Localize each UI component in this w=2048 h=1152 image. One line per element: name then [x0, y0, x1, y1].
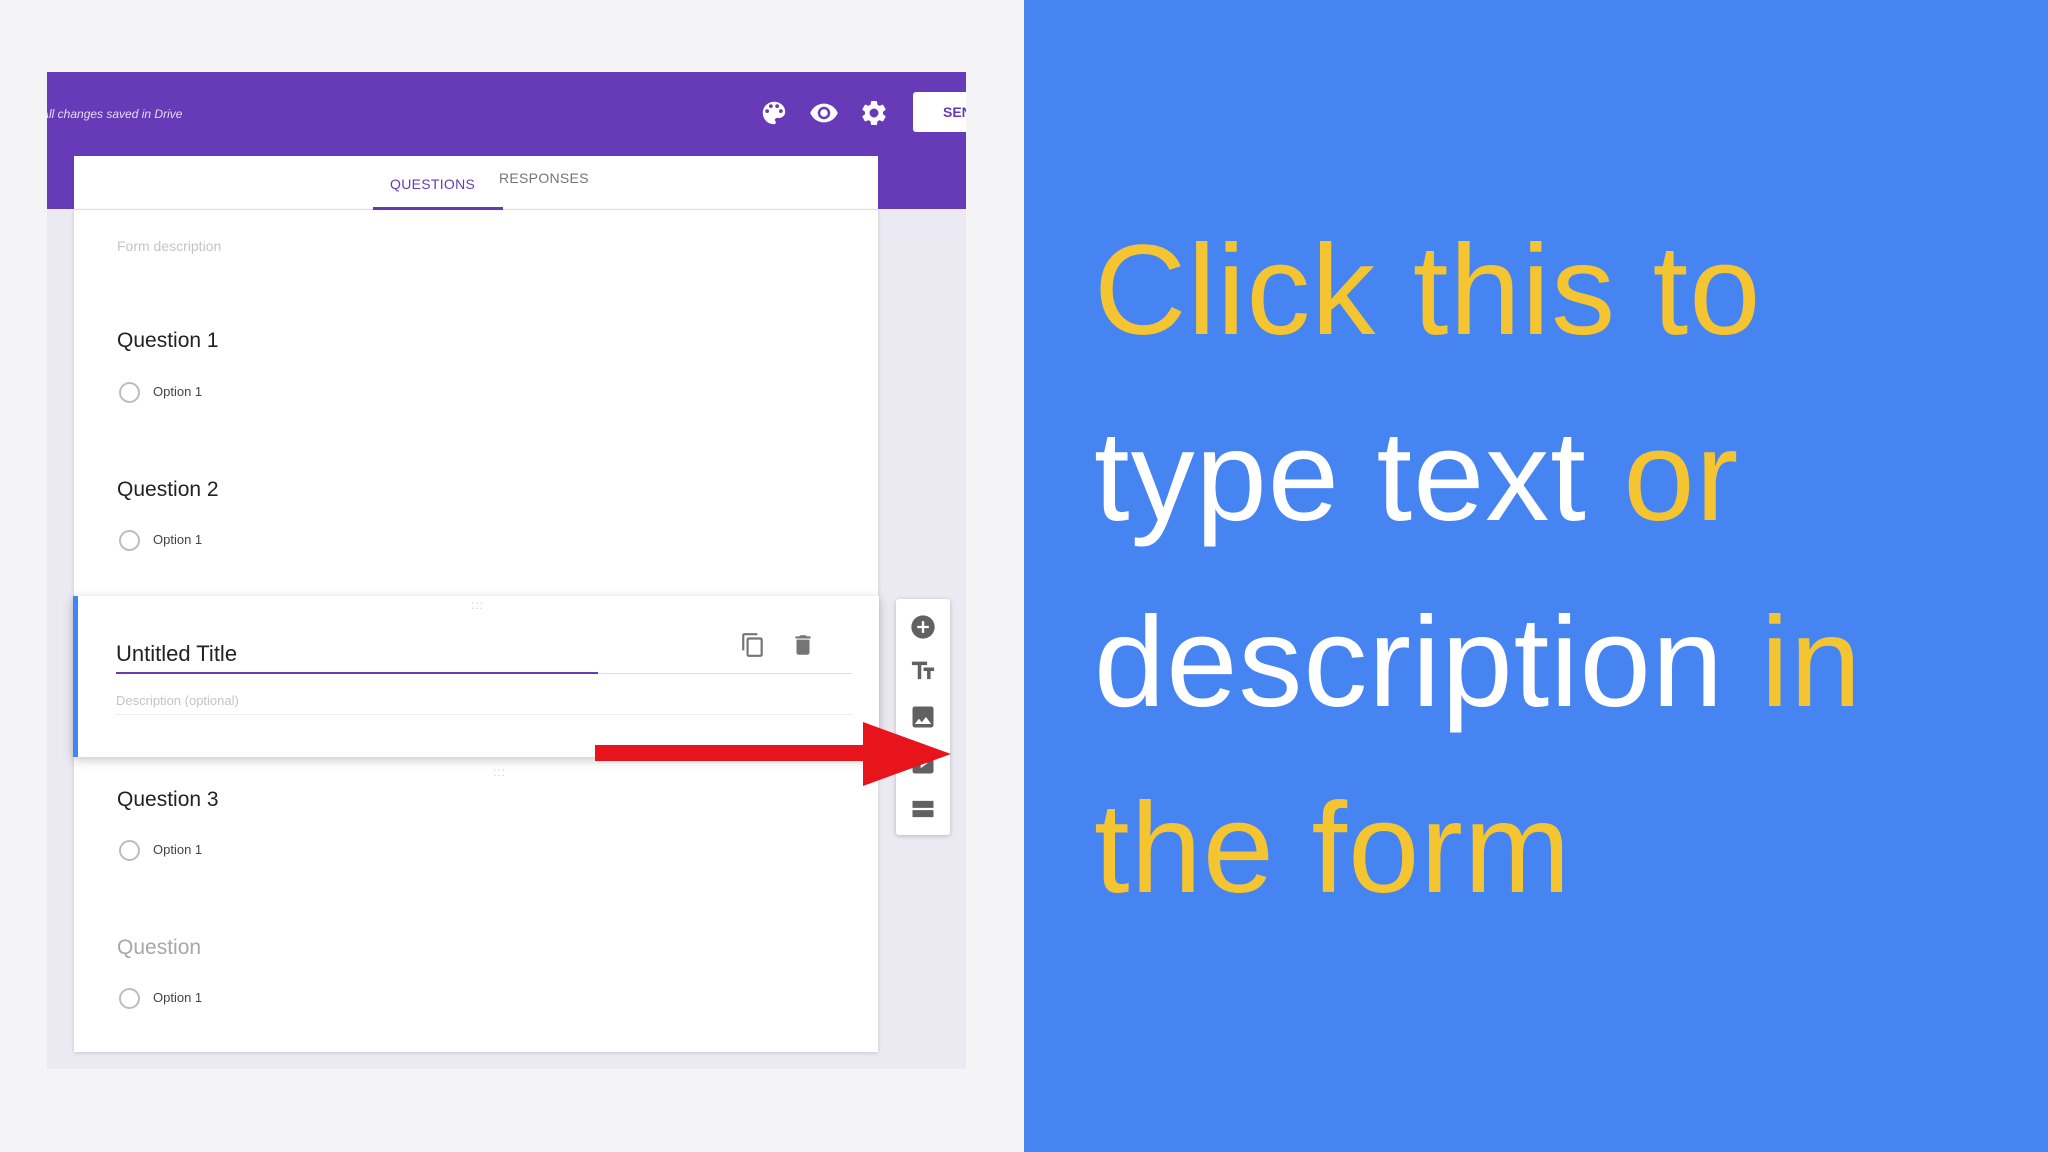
add-section-icon[interactable] — [909, 795, 937, 823]
title-input-underline — [116, 672, 598, 674]
description-input[interactable]: Description (optional) — [116, 693, 239, 708]
side-toolbar — [896, 599, 950, 835]
caption-segment: the form — [1094, 777, 1572, 920]
radio-button[interactable] — [119, 530, 140, 551]
question-title[interactable]: Question 3 — [117, 788, 219, 812]
option-label[interactable]: Option 1 — [153, 842, 202, 857]
delete-icon[interactable] — [790, 632, 816, 658]
add-title-description-icon[interactable] — [909, 657, 937, 685]
caption-segment: type text — [1094, 405, 1587, 548]
title-input[interactable]: Untitled Title — [116, 641, 237, 667]
title-input-underline-rest — [598, 673, 852, 674]
form-tabs: QUESTIONS RESPONSES — [74, 156, 878, 210]
drag-handle-icon[interactable]: ::: — [471, 598, 484, 612]
description-input-underline — [116, 714, 852, 715]
caption-panel: Click this to type text or description i… — [1024, 0, 2048, 1152]
forms-screenshot: All changes saved in Drive SEND QUESTION… — [47, 72, 966, 1069]
tab-questions[interactable]: QUESTIONS — [390, 176, 475, 192]
saved-status: All changes saved in Drive — [47, 107, 183, 121]
radio-button[interactable] — [119, 840, 140, 861]
preview-eye-icon[interactable] — [809, 98, 839, 128]
send-button[interactable]: SEND — [913, 92, 966, 132]
add-question-icon[interactable] — [909, 613, 937, 641]
question-title[interactable]: Question 1 — [117, 329, 219, 353]
instruction-caption: Click this to type text or description i… — [1094, 198, 2024, 942]
question-title[interactable]: Question 2 — [117, 478, 219, 502]
radio-button[interactable] — [119, 382, 140, 403]
question-title[interactable]: Question — [117, 936, 201, 960]
tab-responses[interactable]: RESPONSES — [499, 170, 589, 186]
duplicate-icon[interactable] — [740, 632, 766, 658]
drag-handle-icon[interactable]: ::: — [493, 765, 506, 779]
form-description-placeholder[interactable]: Form description — [117, 238, 221, 254]
red-arrow-icon — [595, 722, 951, 786]
caption-segment: description — [1094, 591, 1724, 734]
caption-segment: Click this to — [1094, 219, 1762, 362]
option-label[interactable]: Option 1 — [153, 532, 202, 547]
option-label[interactable]: Option 1 — [153, 384, 202, 399]
settings-gear-icon[interactable] — [859, 98, 889, 128]
caption-segment: in — [1760, 591, 1863, 734]
caption-segment: or — [1623, 405, 1740, 548]
radio-button[interactable] — [119, 988, 140, 1009]
palette-icon[interactable] — [759, 98, 789, 128]
option-label[interactable]: Option 1 — [153, 990, 202, 1005]
